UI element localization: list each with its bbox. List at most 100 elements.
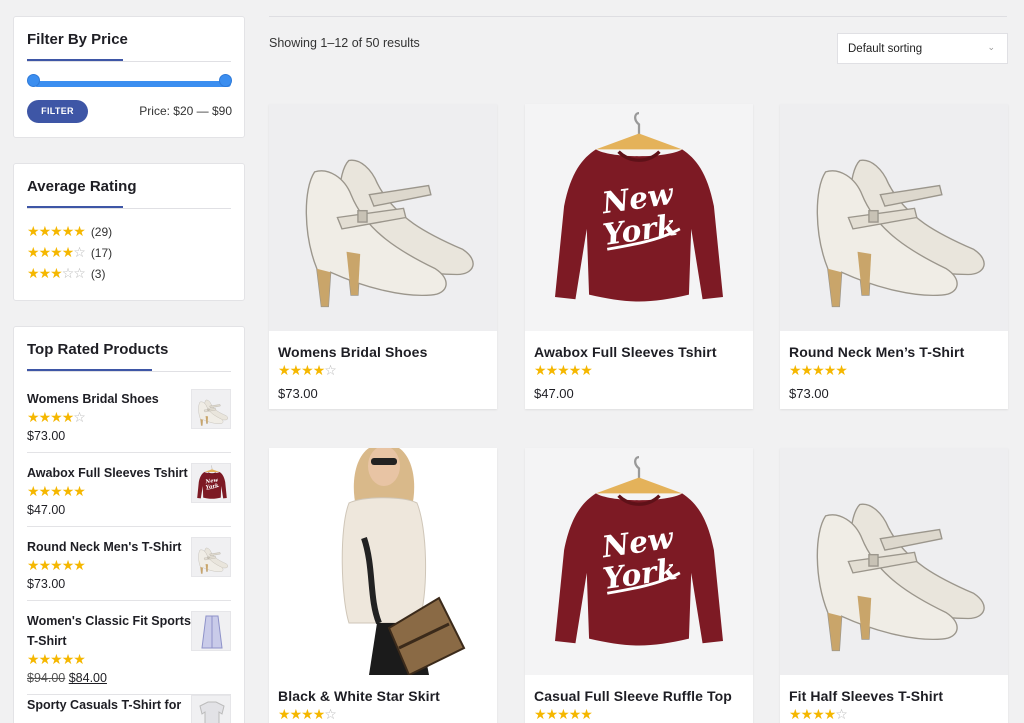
product-price: $47.00 bbox=[534, 386, 574, 401]
star-filled-icon: ★ bbox=[50, 224, 63, 240]
product-rating: ★★★★☆ bbox=[269, 704, 497, 723]
star-filled-icon: ★ bbox=[823, 363, 837, 379]
star-filled-icon: ★ bbox=[812, 363, 825, 379]
product-price: $73.00 bbox=[789, 386, 829, 401]
product-card[interactable]: Round Neck Men’s T-Shirt ★★★★★ $73.00 bbox=[780, 104, 1008, 409]
top-rated-item-price: $73.00 bbox=[27, 429, 66, 443]
product-rating: ★★★★★ bbox=[525, 360, 753, 380]
product-name[interactable]: Womens Bridal Shoes bbox=[269, 331, 497, 360]
star-filled-icon: ★ bbox=[312, 363, 326, 379]
star-filled-icon: ★ bbox=[278, 707, 291, 723]
sorting-select[interactable]: Default sorting ⌄ bbox=[837, 33, 1008, 64]
star-filled-icon: ★ bbox=[534, 707, 547, 723]
star-filled-icon: ★ bbox=[568, 707, 582, 723]
product-rating: ★★★★★ bbox=[780, 360, 1008, 380]
star-empty-icon: ☆ bbox=[324, 707, 337, 723]
top-rated-item-name[interactable]: Sporty Casuals T-Shirt for bbox=[27, 695, 192, 715]
top-rated-item[interactable]: Round Neck Men's T-Shirt ★★★★★ $73.00 bbox=[27, 537, 231, 601]
star-filled-icon: ★ bbox=[38, 410, 52, 426]
product-card[interactable]: Fit Half Sleeves T-Shirt ★★★★☆ bbox=[780, 448, 1008, 723]
rating-filter-row[interactable]: ★★★☆☆ (3) bbox=[27, 267, 105, 281]
rating-filter-row[interactable]: ★★★★★ (29) bbox=[27, 225, 112, 239]
product-card[interactable]: New York Casual Full Sleeve Ruffle Top ★ ★… bbox=[525, 448, 753, 723]
star-filled-icon: ★ bbox=[50, 245, 63, 261]
top-rated-item-stars: ★★★★★ bbox=[27, 652, 86, 668]
price-max-handle[interactable] bbox=[219, 74, 232, 87]
woman-skirt-image[interactable] bbox=[269, 448, 497, 675]
shoes-image[interactable] bbox=[780, 104, 1008, 331]
sweater-image[interactable]: New York bbox=[525, 448, 753, 675]
star-filled-icon: ★ bbox=[50, 484, 63, 500]
price-range-slider[interactable] bbox=[34, 81, 231, 87]
star-filled-icon: ★ bbox=[568, 363, 582, 379]
star-filled-icon: ★ bbox=[61, 558, 75, 574]
top-rated-item[interactable]: Awabox Full Sleeves Tshirt ★★★★★ $47.00 Ne… bbox=[27, 463, 231, 527]
top-rated-item[interactable]: Womens Bridal Shoes ★★★★☆ $73.00 bbox=[27, 389, 231, 453]
star-filled-icon: ★ bbox=[61, 245, 75, 261]
top-rated-item-name[interactable]: Round Neck Men's T-Shirt bbox=[27, 537, 192, 557]
star-filled-icon: ★ bbox=[61, 410, 75, 426]
star-filled-icon: ★ bbox=[27, 484, 40, 500]
rating-count: (3) bbox=[90, 267, 106, 281]
star-filled-icon: ★ bbox=[312, 707, 326, 723]
star-empty-icon: ☆ bbox=[73, 266, 86, 282]
top-rated-item-name[interactable]: Women's Classic Fit Sports T-Shirt bbox=[27, 611, 192, 651]
sweater-image-thumbnail[interactable]: New York bbox=[191, 463, 231, 503]
product-rating: ★★★★☆ bbox=[269, 360, 497, 380]
top-rated-item-name[interactable]: Womens Bridal Shoes bbox=[27, 389, 192, 409]
star-filled-icon: ★ bbox=[289, 707, 303, 723]
star-filled-icon: ★ bbox=[835, 363, 848, 379]
star-filled-icon: ★ bbox=[27, 652, 40, 668]
product-name[interactable]: Fit Half Sleeves T-Shirt bbox=[780, 675, 1008, 704]
star-filled-icon: ★ bbox=[278, 363, 291, 379]
product-rating: ★★★★☆ bbox=[780, 704, 1008, 723]
star-filled-icon: ★ bbox=[61, 484, 75, 500]
title-divider bbox=[27, 371, 231, 372]
dress-image-thumbnail[interactable] bbox=[191, 611, 231, 651]
product-rating: ★★★★★ bbox=[525, 704, 753, 723]
shoes-image-thumbnail[interactable] bbox=[191, 537, 231, 577]
product-name[interactable]: Black & White Star Skirt bbox=[269, 675, 497, 704]
star-filled-icon: ★ bbox=[27, 266, 40, 282]
average-rating-widget: Average Rating ★★★★★ (29) ★★★★☆ (17) ★★★☆☆ (3… bbox=[13, 163, 245, 301]
shoes-image[interactable] bbox=[269, 104, 497, 331]
star-filled-icon: ★ bbox=[301, 363, 314, 379]
top-rated-item[interactable]: Sporty Casuals T-Shirt for bbox=[27, 695, 231, 723]
chevron-down-icon: ⌄ bbox=[987, 42, 995, 52]
price-min-handle[interactable] bbox=[27, 74, 40, 87]
star-empty-icon: ☆ bbox=[73, 410, 86, 426]
sale-price: $84.00 bbox=[68, 671, 107, 685]
star-filled-icon: ★ bbox=[27, 245, 40, 261]
title-divider bbox=[27, 61, 231, 62]
top-rated-item-name[interactable]: Awabox Full Sleeves Tshirt bbox=[27, 463, 192, 483]
shirt-image-thumbnail[interactable] bbox=[191, 695, 231, 723]
product-card[interactable]: Black & White Star Skirt ★★★★☆ bbox=[269, 448, 497, 723]
product-name[interactable]: Round Neck Men’s T-Shirt bbox=[780, 331, 1008, 360]
star-filled-icon: ★ bbox=[73, 224, 86, 240]
top-rated-item[interactable]: Women's Classic Fit Sports T-Shirt ★★★★★ $… bbox=[27, 611, 231, 695]
title-divider bbox=[27, 208, 231, 209]
star-filled-icon: ★ bbox=[38, 224, 52, 240]
shoes-image-thumbnail[interactable] bbox=[191, 389, 231, 429]
rating-stars: ★★★☆☆ bbox=[27, 266, 86, 282]
star-filled-icon: ★ bbox=[289, 363, 303, 379]
product-stars: ★★★★★ bbox=[534, 707, 593, 723]
average-rating-heading: Average Rating bbox=[27, 178, 137, 195]
product-card[interactable]: Womens Bridal Shoes ★★★★☆ $73.00 bbox=[269, 104, 497, 409]
results-count: Showing 1–12 of 50 results bbox=[269, 36, 420, 50]
product-name[interactable]: Casual Full Sleeve Ruffle Top bbox=[525, 675, 753, 704]
sweater-image[interactable]: New York bbox=[525, 104, 753, 331]
shoes-image[interactable] bbox=[780, 448, 1008, 675]
star-filled-icon: ★ bbox=[789, 363, 802, 379]
product-card[interactable]: New York Awabox Full Sleeves Tshirt ★★★★★… bbox=[525, 104, 753, 409]
star-filled-icon: ★ bbox=[580, 363, 593, 379]
product-name[interactable]: Awabox Full Sleeves Tshirt bbox=[525, 331, 753, 360]
star-filled-icon: ★ bbox=[534, 363, 547, 379]
rating-filter-row[interactable]: ★★★★☆ (17) bbox=[27, 246, 112, 260]
filter-by-price-title: Filter By Price bbox=[14, 17, 244, 62]
filter-by-price-heading: Filter By Price bbox=[27, 31, 128, 48]
star-filled-icon: ★ bbox=[800, 707, 814, 723]
product-price: $73.00 bbox=[278, 386, 318, 401]
top-rated-item-stars: ★★★★☆ bbox=[27, 410, 86, 426]
filter-button[interactable]: FILTER bbox=[27, 100, 88, 123]
